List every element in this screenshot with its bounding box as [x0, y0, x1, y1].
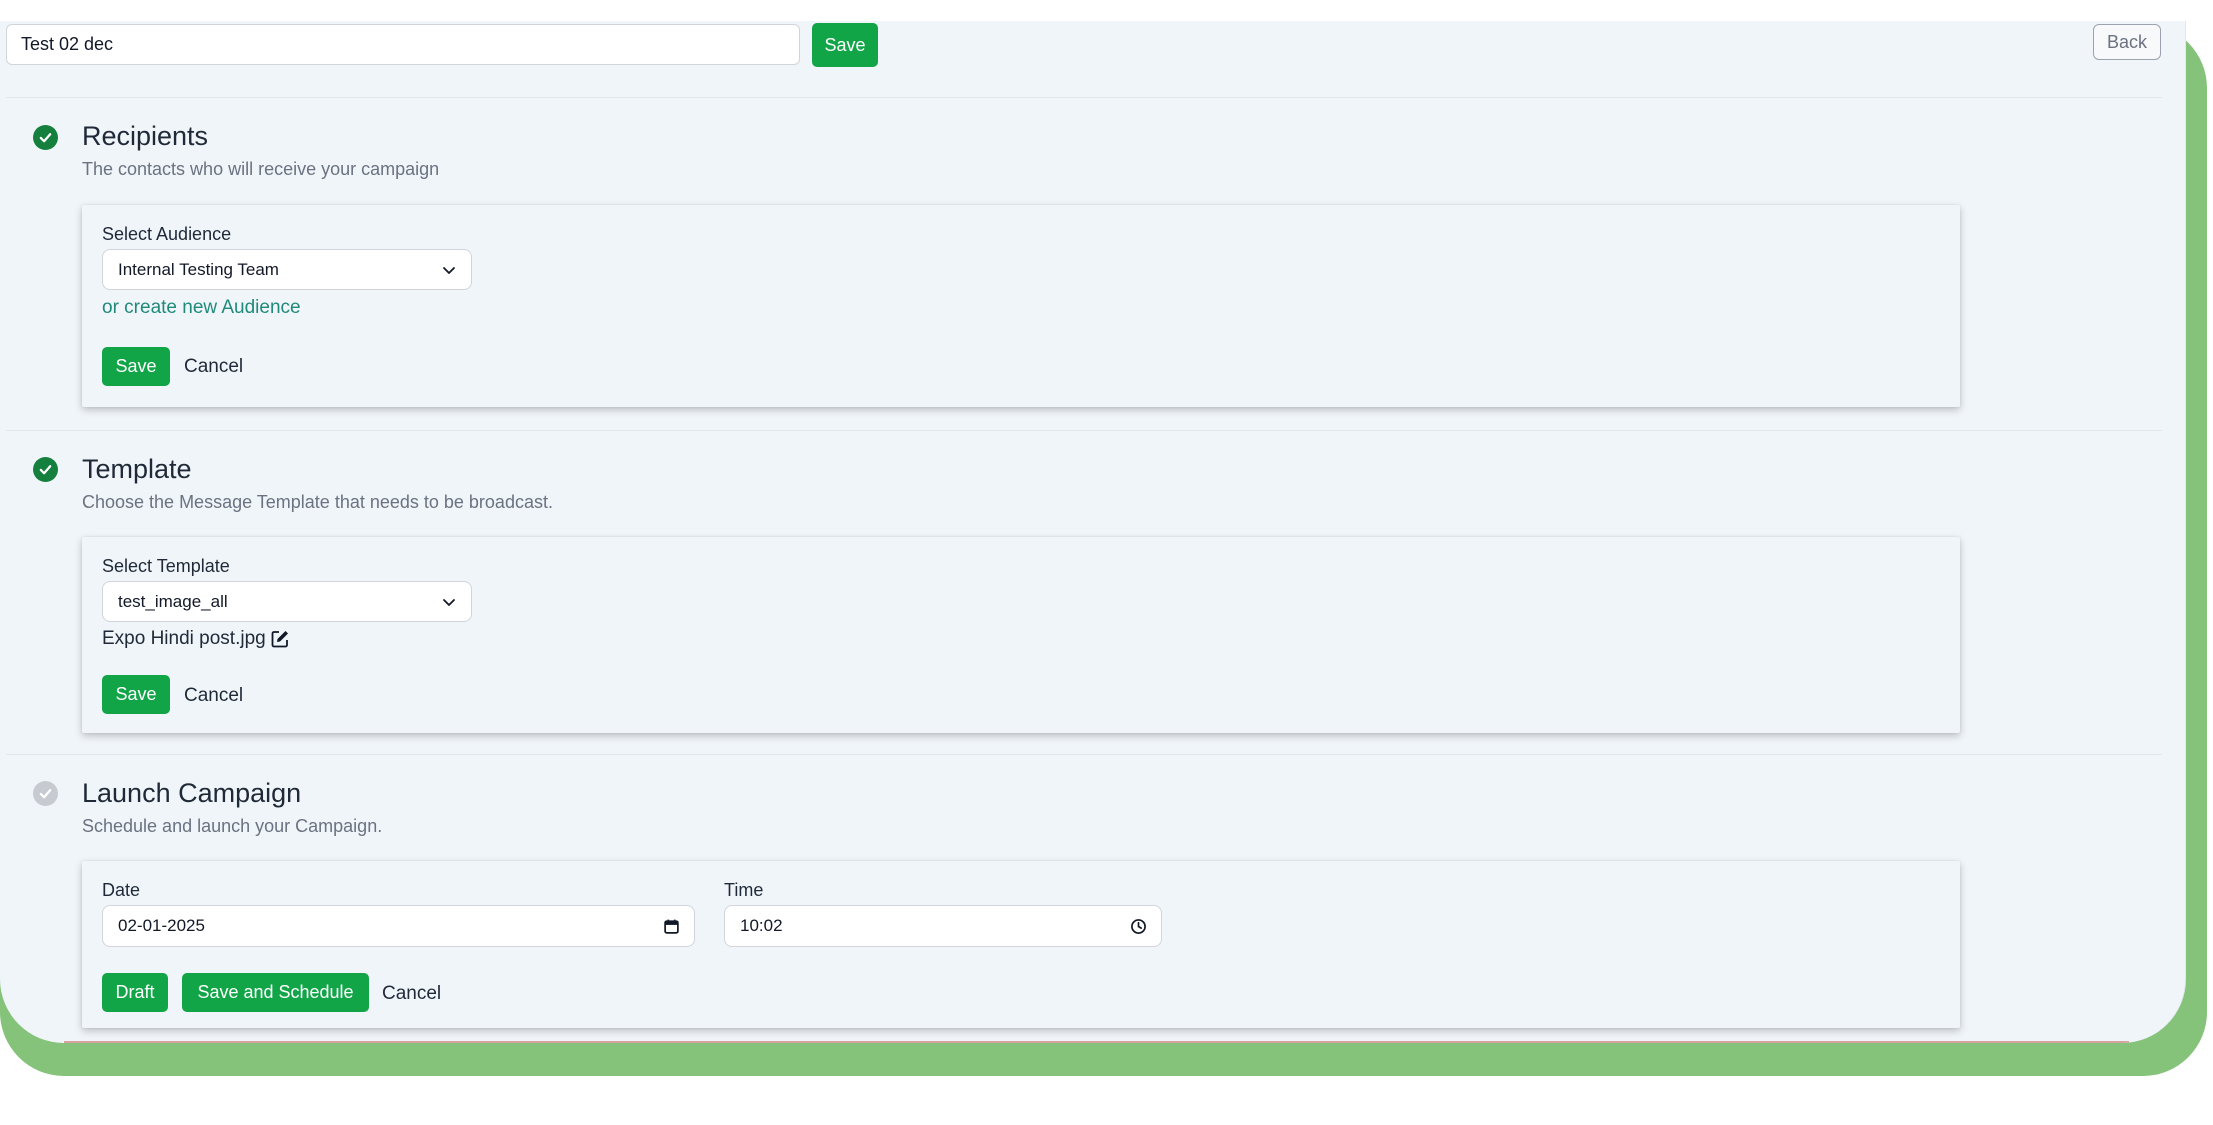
audience-select[interactable]: Internal Testing Team — [102, 249, 472, 290]
attachment-name: Expo Hindi post.jpg — [102, 628, 266, 649]
campaign-editor: Save Back Recipients The contacts who wi… — [0, 21, 2186, 1043]
recipients-title: Recipients — [82, 121, 209, 151]
chevron-down-icon — [443, 598, 455, 606]
time-label: Time — [724, 880, 764, 900]
launch-check-icon — [33, 781, 58, 806]
template-select-value: test_image_all — [118, 591, 228, 611]
audience-select-value: Internal Testing Team — [118, 259, 279, 279]
calendar-icon[interactable] — [663, 918, 680, 935]
select-template-label: Select Template — [102, 556, 230, 576]
edit-icon[interactable] — [270, 629, 290, 649]
template-title: Template — [82, 454, 192, 484]
recipients-card: Select Audience Internal Testing Team or… — [82, 205, 1960, 407]
time-value: 10:02 — [740, 916, 783, 935]
date-value: 02-01-2025 — [118, 916, 205, 935]
recipients-subtitle: The contacts who will receive your campa… — [82, 159, 440, 179]
save-campaign-name-button[interactable]: Save — [812, 23, 878, 67]
divider — [6, 97, 2162, 98]
select-audience-label: Select Audience — [102, 224, 232, 244]
launch-card: Date 02-01-2025 Time 10:02 Draft Save an… — [82, 861, 1960, 1028]
back-button[interactable]: Back — [2093, 24, 2161, 60]
campaign-name-input[interactable] — [6, 24, 800, 65]
date-input[interactable]: 02-01-2025 — [102, 905, 695, 947]
draft-button[interactable]: Draft — [102, 973, 168, 1012]
template-subtitle: Choose the Message Template that needs t… — [82, 492, 553, 512]
launch-title: Launch Campaign — [82, 778, 302, 808]
template-check-icon — [33, 457, 58, 482]
create-audience-link[interactable]: or create new Audience — [102, 297, 301, 319]
divider — [6, 430, 2162, 431]
save-and-schedule-button[interactable]: Save and Schedule — [182, 973, 369, 1012]
launch-cancel-button[interactable]: Cancel — [382, 983, 441, 1005]
recipients-save-button[interactable]: Save — [102, 347, 170, 386]
bottom-border — [64, 1041, 2129, 1043]
template-card: Select Template test_image_all Expo Hind… — [82, 537, 1960, 733]
template-select[interactable]: test_image_all — [102, 581, 472, 622]
recipients-check-icon — [33, 125, 58, 150]
template-attachment: Expo Hindi post.jpg — [102, 628, 290, 650]
time-input[interactable]: 10:02 — [724, 905, 1162, 947]
template-save-button[interactable]: Save — [102, 675, 170, 714]
chevron-down-icon — [443, 266, 455, 274]
launch-subtitle: Schedule and launch your Campaign. — [82, 816, 383, 836]
divider — [6, 754, 2162, 755]
recipients-cancel-button[interactable]: Cancel — [184, 356, 243, 378]
clock-icon[interactable] — [1130, 918, 1147, 935]
template-cancel-button[interactable]: Cancel — [184, 685, 243, 707]
date-label: Date — [102, 880, 141, 900]
